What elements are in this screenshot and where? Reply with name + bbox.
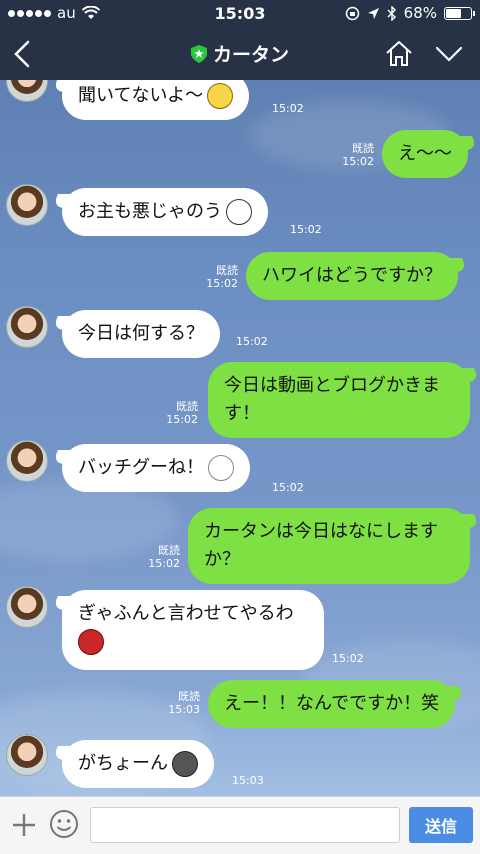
message-time: 15:03: [168, 703, 200, 716]
plus-icon[interactable]: [10, 811, 38, 839]
message-bubble-outgoing[interactable]: 今日は動画とブログかきま す！: [208, 362, 470, 438]
send-button[interactable]: 送信: [409, 807, 473, 843]
emoji-icon[interactable]: [48, 808, 80, 840]
message-text: え～～: [398, 143, 452, 164]
message-time: 15:03: [232, 774, 264, 787]
message-bubble-outgoing[interactable]: え～～: [382, 130, 468, 178]
message-bubble-incoming[interactable]: 今日は何する？: [62, 310, 220, 358]
message-bubble-incoming[interactable]: がちょーん: [62, 740, 214, 788]
message-text: お主も悪じゃのう: [78, 201, 222, 222]
message-text: バッチグーね！: [78, 457, 204, 478]
message-time: 15:02: [332, 652, 364, 665]
rotation-lock-icon: [345, 6, 359, 20]
read-receipt: 既読: [178, 690, 200, 703]
official-shield-icon: [190, 44, 207, 63]
message-text: ぎゃふんと言わせてやるわ: [78, 603, 294, 624]
read-receipt: 既読: [352, 142, 374, 155]
message-time: 15:02: [342, 155, 374, 168]
message-time: 15:02: [272, 481, 304, 494]
message-input-bar: 送信: [0, 796, 480, 854]
message-meta: 既読 15:02: [198, 264, 238, 290]
status-bar: au 15:03 68%: [0, 0, 480, 28]
message-time: 15:02: [290, 223, 322, 236]
message-text: がちょーん: [78, 753, 168, 774]
bunny-face-sticker-icon: [208, 455, 234, 481]
message-bubble-outgoing[interactable]: えー！！なんでですか！笑: [208, 680, 456, 728]
message-time: 15:02: [148, 557, 180, 570]
message-meta: 既読 15:02: [158, 400, 198, 426]
chat-area[interactable]: 聞いてないよ～ 15:02 既読 15:02 え～～ お主も悪じゃのう 15:02…: [0, 80, 480, 796]
yellow-face-sticker-icon: [207, 83, 234, 109]
message-text: えー！！なんでですか！笑: [224, 693, 440, 714]
message-meta: 既読 15:02: [334, 142, 374, 168]
shock-face-sticker-icon: [172, 751, 198, 777]
bluetooth-icon: [387, 5, 396, 21]
contact-avatar[interactable]: [6, 734, 48, 776]
home-icon[interactable]: [384, 38, 414, 68]
message-meta: 既読 15:03: [160, 690, 200, 716]
chat-header: カータン: [0, 28, 480, 80]
message-text: 今日は何する？: [78, 323, 204, 344]
battery-icon: [444, 6, 475, 20]
message-bubble-incoming[interactable]: ぎゃふんと言わせてやるわ: [62, 590, 324, 670]
message-bubble-outgoing[interactable]: カータンは今日はなにしますか？: [188, 508, 470, 584]
battery-percent: 68%: [403, 4, 437, 22]
contact-avatar[interactable]: [6, 440, 48, 482]
contact-avatar[interactable]: [6, 306, 48, 348]
message-bubble-outgoing[interactable]: ハワイはどうですか？: [246, 252, 458, 300]
chevron-down-icon[interactable]: [434, 42, 464, 66]
contact-avatar[interactable]: [6, 586, 48, 628]
message-text: ハワイはどうですか？: [262, 265, 442, 286]
contact-avatar[interactable]: [6, 80, 48, 102]
grin-face-sticker-icon: [226, 199, 252, 225]
location-icon: [367, 7, 379, 19]
read-receipt: 既読: [176, 400, 198, 413]
status-right: 68%: [345, 4, 475, 22]
message-time: 15:02: [166, 413, 198, 426]
message-text: カータンは今日はなにしますか？: [204, 521, 438, 570]
message-text: 今日は動画とブログかきま す！: [224, 375, 440, 424]
message-text: 聞いてないよ～: [78, 85, 204, 106]
battery-fill: [446, 8, 461, 18]
message-time: 15:02: [206, 277, 238, 290]
message-bubble-incoming[interactable]: バッチグーね！: [62, 444, 250, 492]
message-bubble-incoming[interactable]: お主も悪じゃのう: [62, 188, 268, 236]
read-receipt: 既読: [158, 544, 180, 557]
angry-face-sticker-icon: [78, 629, 104, 655]
chat-title: カータン: [212, 44, 289, 66]
read-receipt: 既読: [216, 264, 238, 277]
message-input[interactable]: [90, 807, 400, 843]
message-time: 15:02: [272, 102, 304, 115]
contact-avatar[interactable]: [6, 184, 48, 226]
message-meta: 既読 15:02: [140, 544, 180, 570]
message-time: 15:02: [236, 335, 268, 348]
message-bubble-incoming[interactable]: 聞いてないよ～: [62, 80, 250, 120]
